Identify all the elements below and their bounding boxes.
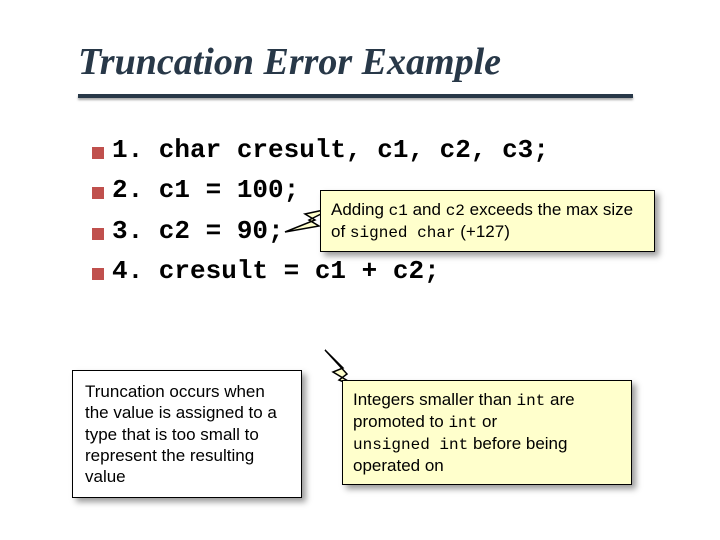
callout-text: and: [408, 200, 446, 219]
callout-text: of: [331, 222, 350, 241]
code-line-4: 4. cresult = c1 + c2;: [92, 251, 720, 291]
callout-text: operated on: [353, 456, 444, 475]
code-text-1: 1. char cresult, c1, c2, c3;: [112, 130, 549, 170]
code-inline: int: [516, 392, 545, 410]
code-inline: c1: [389, 202, 408, 220]
code-inline: int: [448, 414, 477, 432]
bullet-icon: [92, 187, 104, 199]
code-inline: c2: [446, 202, 465, 220]
code-inline: unsigned int: [353, 436, 468, 454]
callout-text: or: [477, 412, 497, 431]
note-truncation: Truncation occurs when the value is assi…: [72, 370, 302, 498]
code-inline: signed char: [350, 224, 456, 242]
callout-text: exceeds the max size: [465, 200, 633, 219]
note-text: Truncation occurs when the value is assi…: [85, 382, 277, 486]
code-text-3: 3. c2 = 90;: [112, 211, 284, 251]
callout-text: are: [545, 390, 574, 409]
bullet-icon: [92, 268, 104, 280]
callout-promotion: Integers smaller than int are promoted t…: [342, 380, 632, 485]
slide: Truncation Error Example 1. char cresult…: [0, 0, 720, 540]
code-text-2: 2. c1 = 100;: [112, 170, 299, 210]
bullet-icon: [92, 147, 104, 159]
slide-title: Truncation Error Example: [78, 40, 720, 90]
callout-text: promoted to: [353, 412, 448, 431]
callout-text: (+127): [456, 222, 510, 241]
bullet-icon: [92, 228, 104, 240]
callout-text: Adding: [331, 200, 389, 219]
title-underline: [78, 94, 633, 98]
code-line-1: 1. char cresult, c1, c2, c3;: [92, 130, 720, 170]
callout-text: before being: [468, 434, 567, 453]
callout-text: Integers smaller than: [353, 390, 516, 409]
code-text-4: 4. cresult = c1 + c2;: [112, 251, 440, 291]
callout-max-size: Adding c1 and c2 exceeds the max size of…: [320, 190, 655, 252]
